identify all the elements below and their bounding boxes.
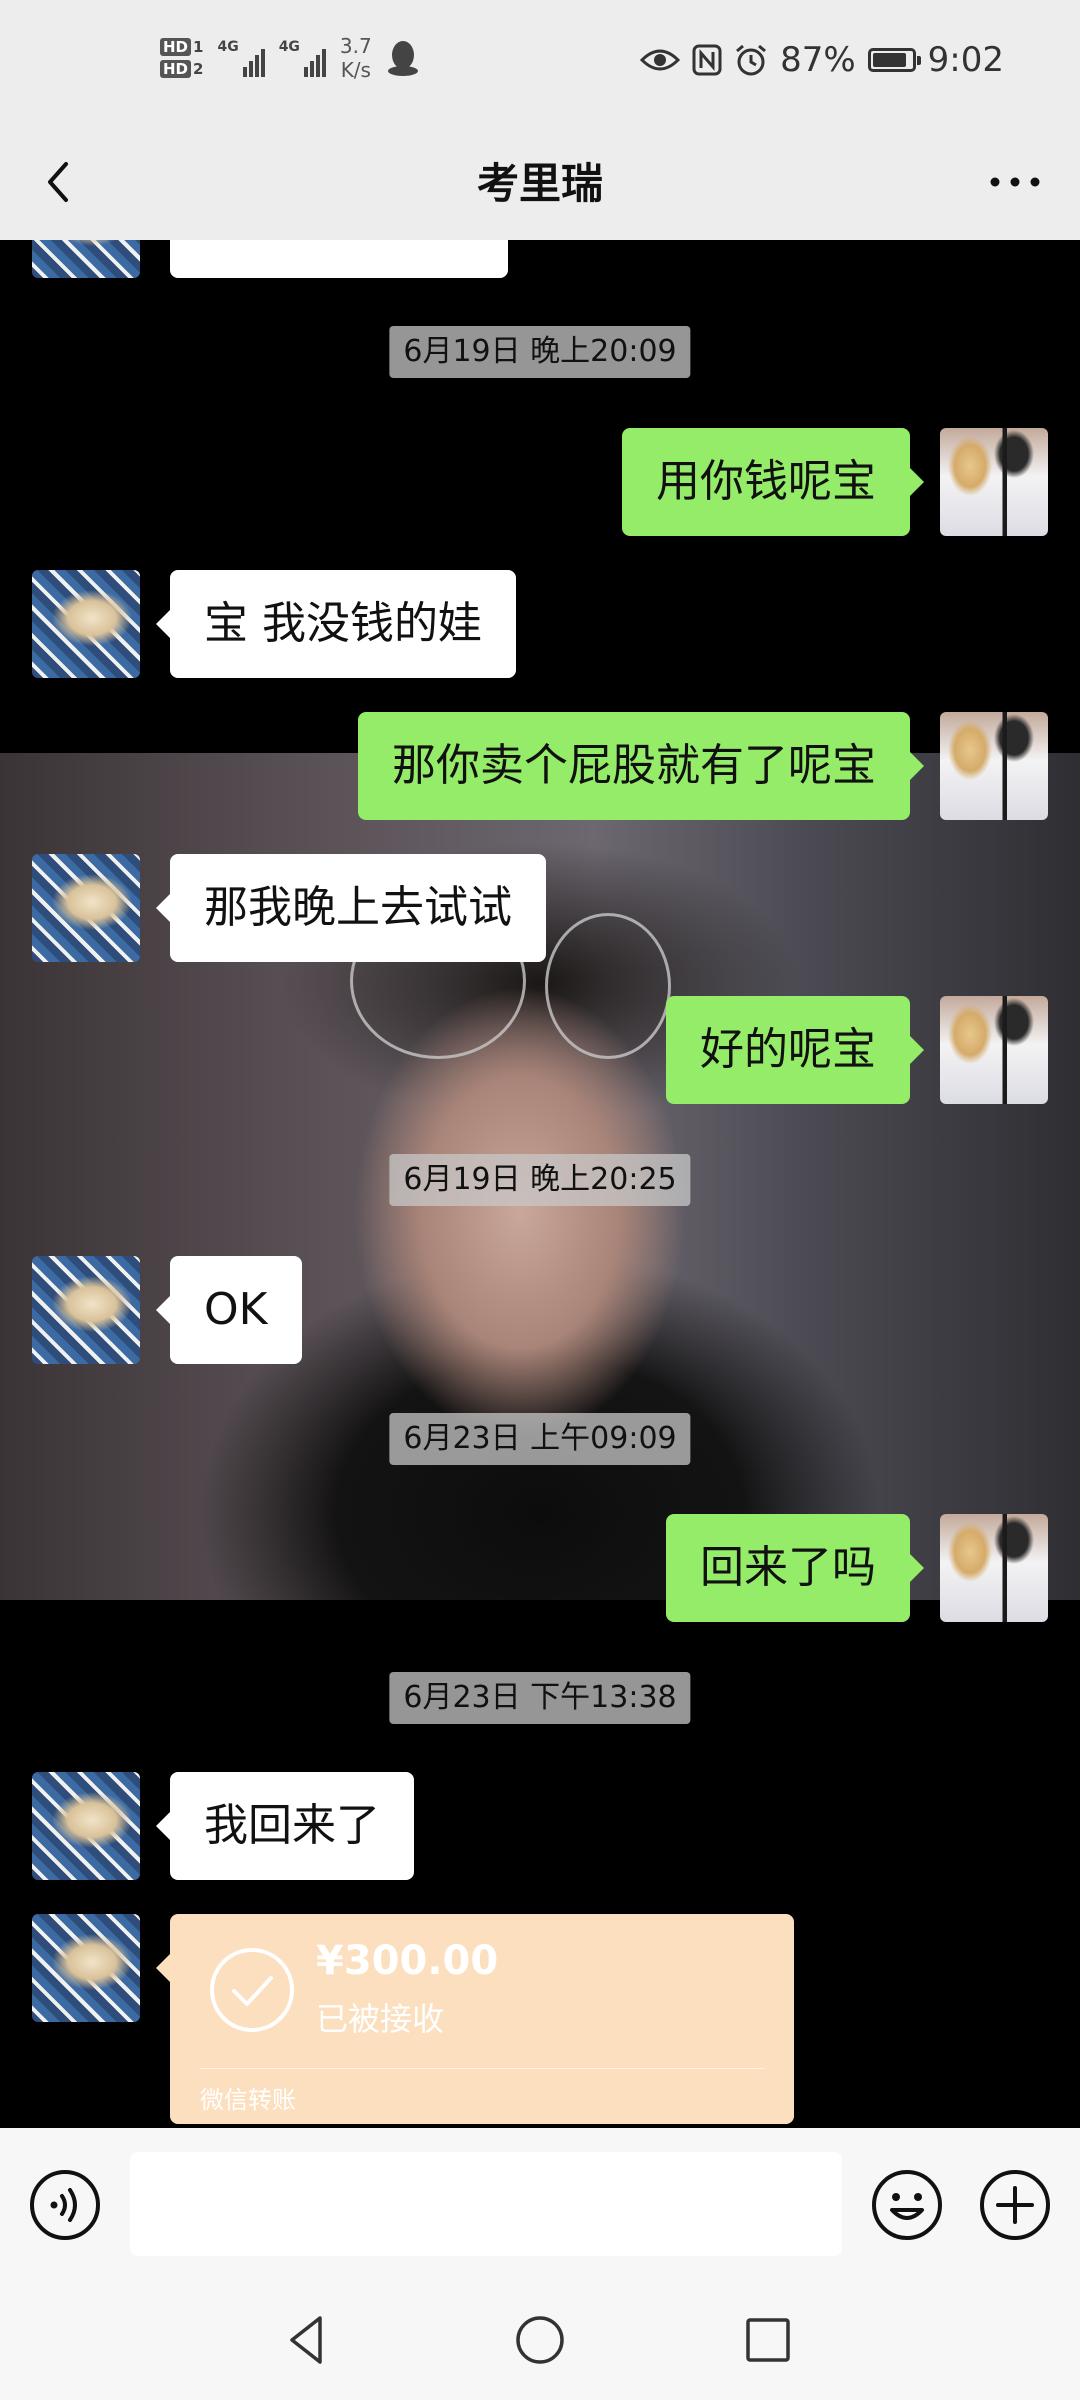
transfer-label: 微信转账: [200, 2086, 296, 2114]
battery-percent: 87%: [780, 40, 856, 80]
status-right-cluster: 87% 9:02: [640, 40, 1004, 80]
plus-icon[interactable]: [978, 2168, 1052, 2242]
timestamp: 6月23日 下午13:38: [389, 1672, 691, 1724]
recents-square-icon[interactable]: [738, 2310, 798, 2370]
timestamp: 6月19日 晚上20:09: [389, 326, 691, 378]
message-bubble-incoming[interactable]: OK: [156, 1256, 302, 1364]
message-bubble-incoming[interactable]: 宝 我没钱的娃: [156, 570, 516, 678]
message-bubble-incoming[interactable]: 我回来了: [156, 1772, 414, 1880]
battery-icon: [867, 48, 921, 72]
nfc-icon: [692, 44, 722, 76]
hd-icon: HD 1 HD 2: [160, 38, 203, 78]
message-input[interactable]: [130, 2152, 842, 2256]
divider: [200, 2068, 764, 2069]
timestamp: 6月23日 上午09:09: [389, 1413, 691, 1465]
avatar[interactable]: [32, 1772, 140, 1880]
network-type-2: 4G: [278, 39, 300, 55]
voice-icon[interactable]: [28, 2168, 102, 2242]
message-bubble-incoming[interactable]: 那我晚上去试试: [156, 854, 546, 962]
input-bar: [0, 2128, 1080, 2280]
transfer-card[interactable]: ¥300.00 已被接收 微信转账: [156, 1914, 794, 2124]
avatar[interactable]: [940, 1514, 1048, 1622]
emoji-icon[interactable]: [870, 2168, 944, 2242]
message-bubble-outgoing[interactable]: 那你卖个屁股就有了呢宝: [358, 712, 924, 820]
home-circle-icon[interactable]: [510, 2310, 570, 2370]
page-title: 考里瑞: [476, 159, 603, 208]
network-speed: 3.7 K/s: [339, 34, 372, 82]
status-left-cluster: HD 1 HD 2 4G 4G 3.7 K/s: [160, 34, 420, 82]
check-circle-icon: [210, 1948, 294, 2032]
avatar[interactable]: [32, 240, 140, 278]
transfer-status: 已被接收: [316, 2000, 445, 2038]
message-bubble-outgoing[interactable]: 回来了吗: [666, 1514, 924, 1622]
avatar[interactable]: [32, 570, 140, 678]
eye-icon: [640, 49, 681, 71]
avatar[interactable]: [32, 1914, 140, 2022]
message-bubble-partial: [170, 240, 508, 278]
signal-icon: 4G: [217, 39, 265, 77]
network-type-1: 4G: [217, 39, 239, 55]
more-dots-icon[interactable]: [980, 152, 1050, 212]
avatar[interactable]: [32, 1256, 140, 1364]
chat-area[interactable]: 6月19日 晚上20:09 用你钱呢宝 宝 我没钱的娃 那你卖个屁股就有了呢宝 …: [0, 240, 1080, 2128]
message-bubble-outgoing[interactable]: 用你钱呢宝: [622, 428, 924, 536]
signal-icon: 4G: [279, 39, 326, 77]
avatar[interactable]: [940, 996, 1048, 1104]
clock: 9:02: [927, 40, 1004, 80]
avatar[interactable]: [940, 428, 1048, 536]
avatar[interactable]: [32, 854, 140, 962]
qq-penguin-icon: [387, 41, 418, 76]
chat-header: 考里瑞: [0, 130, 1080, 240]
status-bar: HD 1 HD 2 4G 4G 3.7 K/s 87% 9:02: [0, 0, 1080, 130]
alarm-icon: [736, 44, 767, 76]
back-triangle-icon[interactable]: [278, 2310, 338, 2370]
system-nav-bar: [0, 2280, 1080, 2400]
transfer-amount: ¥300.00: [316, 1938, 499, 1984]
avatar[interactable]: [940, 712, 1048, 820]
timestamp: 6月19日 晚上20:25: [389, 1154, 691, 1206]
message-bubble-outgoing[interactable]: 好的呢宝: [666, 996, 924, 1104]
